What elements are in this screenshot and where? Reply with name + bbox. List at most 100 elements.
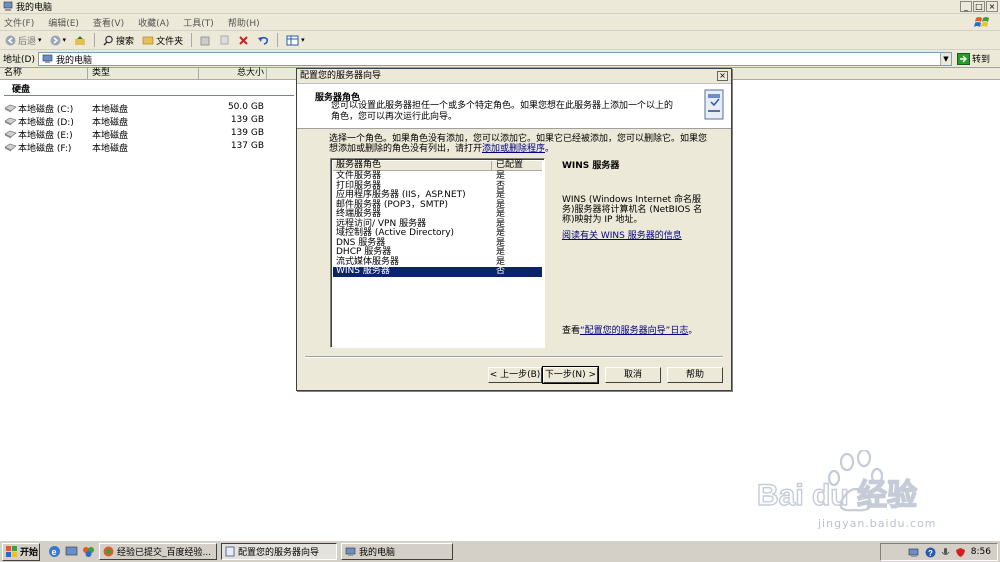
back-button[interactable]: 后退 ▾ (3, 34, 44, 47)
forward-arrow-icon (50, 35, 61, 45)
role-configured: 是 (496, 190, 506, 200)
volume-icon[interactable] (941, 547, 950, 558)
clock[interactable]: 8:56 (971, 547, 991, 557)
back-step-button[interactable]: < 上一步(B) (488, 367, 542, 383)
security-shield-icon[interactable] (955, 547, 966, 558)
server-wizard-dialog: 配置您的服务器向导 × 服务器角色 您可以设置此服务器担任一个或多个特定角色。如… (296, 68, 732, 391)
drive-row[interactable]: 本地磁盘 (F:) 本地磁盘 137 GB (0, 141, 300, 154)
address-label: 地址(D) (3, 55, 35, 65)
delete-x-icon (239, 35, 248, 45)
drive-row[interactable]: 本地磁盘 (D:) 本地磁盘 139 GB (0, 115, 300, 128)
minimize-button[interactable]: _ (960, 1, 972, 12)
folder-icon (142, 36, 154, 45)
role-row[interactable]: WINS 服务器 否 (333, 267, 542, 277)
cancel-button[interactable]: 取消 (605, 367, 661, 383)
column-size[interactable]: 总大小 (199, 68, 267, 80)
menu-favorites[interactable]: 收藏(A) (138, 16, 169, 29)
my-computer-icon (345, 547, 356, 556)
back-arrow-icon (5, 35, 16, 45)
group-header-hard-disks: 硬盘 (12, 85, 31, 95)
role-name: DHCP 服务器 (336, 247, 392, 257)
chevron-down-icon: ▾ (38, 36, 42, 44)
my-computer-icon (42, 54, 53, 63)
windows-logo-icon (974, 17, 989, 27)
quick-launch: e (48, 545, 95, 558)
up-folder-icon (75, 35, 86, 45)
hard-drive-icon (4, 130, 17, 139)
group-divider (4, 95, 294, 96)
hard-drive-icon (4, 117, 17, 126)
close-button[interactable]: × (986, 1, 998, 12)
move-to-button[interactable] (198, 35, 213, 46)
maximize-button[interactable]: □ (973, 1, 985, 12)
menu-tools[interactable]: 工具(T) (183, 16, 214, 29)
wizard-log-link[interactable]: “配置您的服务器向导”日志 (580, 326, 688, 336)
media-player-icon[interactable] (82, 545, 95, 558)
undo-icon (258, 36, 269, 45)
server-role-list[interactable]: 服务器角色 已配置 文件服务器是打印服务器否应用程序服务器 (IIS，ASP.N… (330, 158, 545, 348)
menu-file[interactable]: 文件(F) (4, 16, 34, 29)
delete-button[interactable] (236, 35, 251, 46)
views-grid-icon (286, 35, 299, 45)
wizard-title: 配置您的服务器向导 (300, 71, 382, 81)
hard-drive-icon (4, 104, 17, 113)
taskbar-task-browser[interactable]: 经验已提交_百度经验... (99, 543, 217, 560)
role-configured: 否 (496, 266, 506, 276)
network-icon[interactable] (908, 547, 920, 558)
windows-logo-icon (6, 546, 17, 557)
address-input[interactable]: 我的电脑 ▼ (38, 52, 952, 66)
menu-bar: 文件(F) 编辑(E) 查看(V) 收藏(A) 工具(T) 帮助(H) (0, 14, 1000, 31)
folders-button[interactable]: 文件夹 (140, 34, 185, 47)
next-step-button[interactable]: 下一步(N) > (542, 366, 599, 384)
drive-row[interactable]: 本地磁盘 (E:) 本地磁盘 139 GB (0, 128, 300, 141)
toolbar-separator (94, 33, 96, 47)
wizard-log-text: 查看“配置您的服务器向导”日志。 (562, 326, 698, 336)
role-name: 应用程序服务器 (IIS，ASP.NET) (336, 190, 466, 200)
go-button[interactable]: 转到 (957, 51, 990, 66)
column-type[interactable]: 类型 (88, 68, 199, 80)
add-remove-programs-link[interactable]: 添加或删除程序 (482, 144, 545, 154)
configured-column-header[interactable]: 已配置 (496, 161, 523, 170)
menu-edit[interactable]: 编辑(E) (48, 16, 79, 29)
drive-row[interactable]: 本地磁盘 (C:) 本地磁盘 50.0 GB (0, 102, 300, 115)
help-button[interactable]: 帮助 (667, 367, 723, 383)
hard-drive-icon (4, 143, 17, 152)
window-controls: _ □ × (960, 1, 998, 12)
help-tray-icon[interactable]: ? (925, 547, 936, 558)
taskbar-task-my-computer[interactable]: 我的电脑 (341, 543, 453, 560)
up-folder-button[interactable] (72, 35, 88, 46)
browser-icon (103, 546, 114, 557)
role-configured: 是 (496, 228, 506, 238)
taskbar-task-wizard[interactable]: 配置您的服务器向导 (221, 543, 337, 560)
read-about-wins-link[interactable]: 阅读有关 WINS 服务器的信息 (562, 228, 682, 241)
taskbar: 开始 e 经验已提交_百度经验... 配置您的服务器向导 我的电脑 ? 8:56 (0, 540, 1000, 562)
role-configured: 是 (496, 171, 506, 181)
window-titlebar[interactable]: 我的电脑 _ □ × (0, 0, 1000, 14)
watermark-logo-text: Bai du 经验 (757, 478, 917, 512)
chevron-down-icon: ▾ (301, 36, 305, 44)
undo-button[interactable] (255, 35, 271, 46)
search-button[interactable]: 搜索 (101, 34, 136, 47)
role-list-header: 服务器角色 已配置 (333, 161, 542, 171)
watermark-url: jingyan.baidu.com (818, 517, 937, 530)
wizard-titlebar[interactable]: 配置您的服务器向导 × (297, 69, 731, 84)
start-button[interactable]: 开始 (2, 542, 40, 561)
address-dropdown-button[interactable]: ▼ (940, 53, 951, 65)
column-name[interactable]: 名称 (0, 68, 88, 80)
views-button[interactable]: ▾ (284, 35, 307, 46)
wizard-intro-text: 选择一个角色。如果角色没有添加，您可以添加它。如果它已经被添加，您可以删除它。如… (329, 134, 708, 154)
wizard-step-description: 您可以设置此服务器担任一个或多个特定角色。如果您想在此服务器上添加一个以上的角色… (331, 101, 674, 122)
forward-button[interactable]: ▾ (48, 35, 69, 46)
copy-to-button[interactable] (217, 35, 232, 46)
role-column-header[interactable]: 服务器角色 (336, 161, 381, 170)
internet-explorer-icon[interactable]: e (48, 545, 61, 558)
svg-text:?: ? (928, 549, 933, 558)
search-icon (103, 35, 113, 46)
address-bar: 地址(D) 我的电脑 ▼ 转到 (0, 50, 1000, 68)
menu-help[interactable]: 帮助(H) (228, 16, 260, 29)
wizard-close-button[interactable]: × (717, 71, 728, 81)
role-name: 终端服务器 (336, 209, 382, 219)
show-desktop-icon[interactable] (65, 545, 78, 558)
menu-view[interactable]: 查看(V) (93, 16, 124, 29)
toolbar: 后退 ▾ ▾ 搜索 文件夹 ▾ (0, 31, 1000, 50)
